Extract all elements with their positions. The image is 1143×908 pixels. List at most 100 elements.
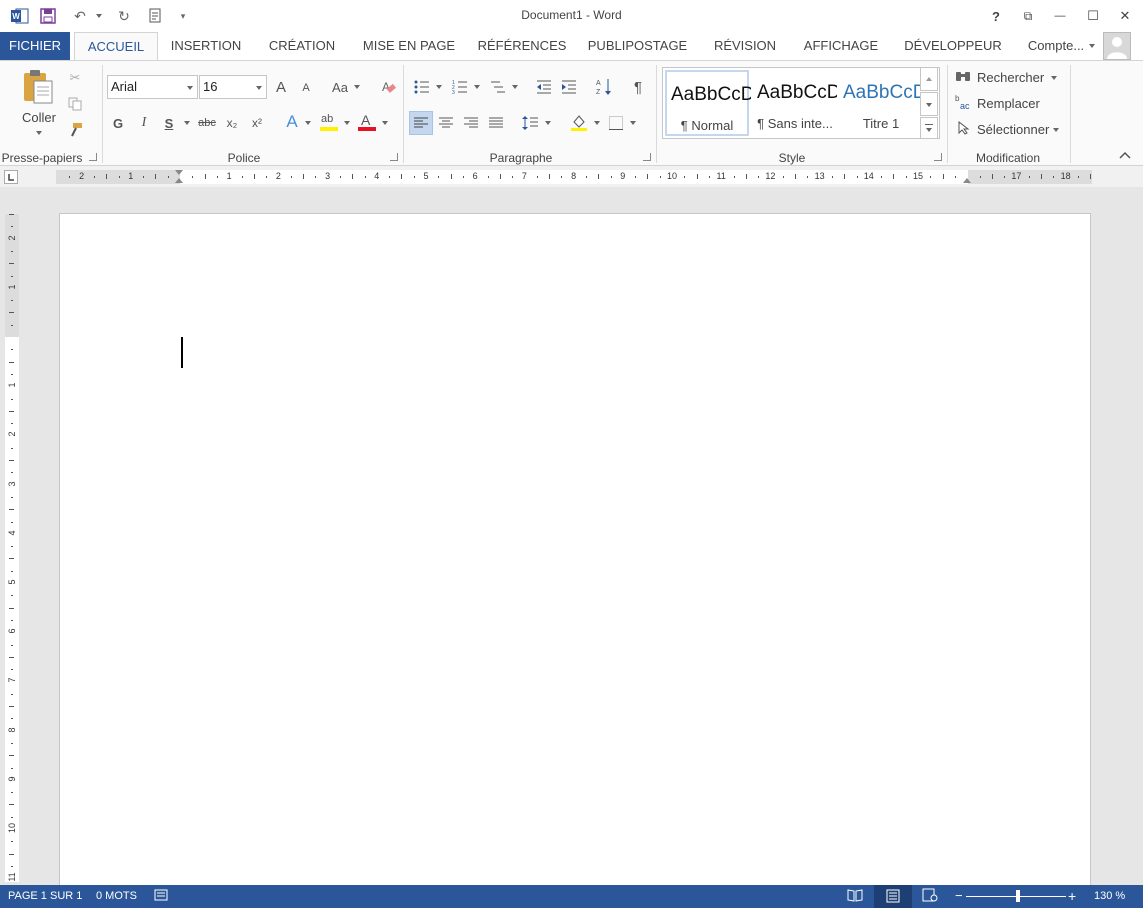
text-effects-dropdown-icon[interactable] [305,121,311,125]
shrink-font-icon[interactable]: A [298,79,314,97]
underline-dropdown-icon[interactable] [184,121,190,125]
replace-button[interactable]: b ac Remplacer [955,94,1065,114]
italic-button[interactable]: I [136,113,152,133]
ruler-tick [844,174,846,179]
first-line-indent-marker[interactable] [175,170,183,175]
change-case-icon[interactable]: Aa [330,77,350,97]
justify-button[interactable] [486,113,506,133]
decrease-indent-icon[interactable] [534,77,554,97]
zoom-level[interactable]: 130 % [1094,890,1125,902]
clear-formatting-icon[interactable]: A [378,77,398,97]
numbering-icon[interactable]: 123 [450,77,470,97]
shading-dropdown-icon[interactable] [594,121,600,125]
horizontal-ruler[interactable]: 2 1 1 2 3 4 5 6 7 8 9 10 11 12 13 14 15 17 18 [56,170,1092,184]
show-formatting-icon[interactable]: ¶ [628,77,648,97]
align-center-button[interactable] [436,113,456,133]
paragraph-launcher-icon[interactable] [643,153,651,161]
font-color-dropdown-icon[interactable] [382,121,388,125]
account-name[interactable]: Compte... [1021,32,1091,61]
highlight-dropdown-icon[interactable] [344,121,350,125]
collapse-ribbon-icon[interactable] [1116,147,1134,163]
tab-publipostage[interactable]: PUBLIPOSTAGE [580,32,695,61]
styles-scroll-up-button[interactable] [920,67,938,91]
font-size-combobox[interactable]: 16 [199,75,267,99]
zoom-slider-thumb[interactable] [1016,890,1020,902]
ruler-tick [635,176,637,178]
close-button[interactable]: ✕ [1112,6,1138,26]
zoom-in-button[interactable]: + [1068,888,1076,904]
font-launcher-icon[interactable] [390,153,398,161]
tab-insertion[interactable]: INSERTION [162,32,250,61]
tab-references[interactable]: RÉFÉRENCES [472,32,572,61]
tab-mise-en-page[interactable]: MISE EN PAGE [354,32,464,61]
right-indent-marker[interactable] [963,178,971,183]
tab-developpeur[interactable]: DÉVELOPPEUR [895,32,1011,61]
borders-icon[interactable] [606,113,626,133]
font-name-combobox[interactable]: Arial [107,75,198,99]
select-button[interactable]: Sélectionner [955,120,1065,140]
change-case-dropdown-icon[interactable] [354,85,360,89]
format-painter-icon[interactable] [66,121,84,139]
styles-more-button[interactable] [920,117,938,139]
grow-font-icon[interactable]: A [273,77,289,97]
font-color-button[interactable]: A [356,111,378,133]
cut-icon[interactable]: ✂ [66,69,84,87]
style-sans-interligne[interactable]: AaBbCcDc ¶ Sans inte... [753,70,837,136]
vertical-ruler[interactable]: 2 1 1 2 3 4 5 6 7 8 9 10 11 [5,214,19,882]
tab-stop-selector[interactable] [4,170,18,184]
underline-button[interactable]: S [161,113,177,133]
read-mode-icon[interactable] [847,888,863,905]
avatar[interactable] [1103,32,1131,60]
line-spacing-dropdown-icon[interactable] [545,121,551,125]
paste-dropdown-icon[interactable] [36,131,42,135]
align-left-button[interactable] [409,111,433,135]
web-layout-icon[interactable] [922,888,938,905]
maximize-button[interactable]: ☐ [1080,6,1106,26]
tab-fichier[interactable]: FICHIER [0,32,70,61]
tab-accueil[interactable]: ACCUEIL [74,32,158,61]
sort-icon[interactable]: AZ [594,77,614,97]
zoom-out-button[interactable]: − [955,888,963,903]
tab-revision[interactable]: RÉVISION [703,32,787,61]
ribbon-display-options-icon[interactable]: ⧉ [1015,6,1041,26]
proofing-icon[interactable] [154,888,168,905]
strikethrough-button[interactable]: abc [196,113,218,133]
superscript-button[interactable]: x² [248,113,266,133]
paste-button-label[interactable]: Coller [18,110,60,125]
chevron-down-icon[interactable] [256,86,262,90]
text-effects-icon[interactable]: A [282,111,302,133]
borders-dropdown-icon[interactable] [630,121,636,125]
word-count[interactable]: 0 MOTS [96,890,137,902]
bullets-dropdown-icon[interactable] [436,85,442,89]
paste-icon[interactable] [20,69,56,105]
tab-affichage[interactable]: AFFICHAGE [795,32,887,61]
subscript-button[interactable]: x₂ [223,113,241,133]
account-dropdown-icon[interactable] [1089,44,1095,48]
bold-button[interactable]: G [110,113,126,133]
chevron-down-icon[interactable] [187,86,193,90]
style-titre-1[interactable]: AaBbCcD Titre 1 [839,70,923,136]
bullets-icon[interactable] [412,77,432,97]
help-icon[interactable]: ? [983,6,1009,26]
ruler-number: 7 [521,171,527,181]
hanging-indent-marker[interactable] [175,178,183,183]
multilevel-list-dropdown-icon[interactable] [512,85,518,89]
copy-icon[interactable] [66,95,84,113]
page-count[interactable]: PAGE 1 SUR 1 [8,890,82,902]
print-layout-button[interactable] [874,885,912,908]
numbering-dropdown-icon[interactable] [474,85,480,89]
minimize-button[interactable]: — [1047,6,1073,26]
increase-indent-icon[interactable] [559,77,579,97]
document-page[interactable] [59,213,1091,885]
line-spacing-icon[interactable] [520,113,540,133]
clipboard-launcher-icon[interactable] [89,153,97,161]
find-button[interactable]: Rechercher [955,68,1065,88]
highlight-color-button[interactable]: ab [318,111,340,133]
style-normal[interactable]: AaBbCcDc ¶ Normal [665,70,751,136]
shading-icon[interactable] [568,111,590,133]
styles-scroll-down-button[interactable] [920,92,938,116]
align-right-button[interactable] [461,113,481,133]
styles-launcher-icon[interactable] [934,153,942,161]
multilevel-list-icon[interactable] [488,77,508,97]
tab-creation[interactable]: CRÉATION [258,32,346,61]
